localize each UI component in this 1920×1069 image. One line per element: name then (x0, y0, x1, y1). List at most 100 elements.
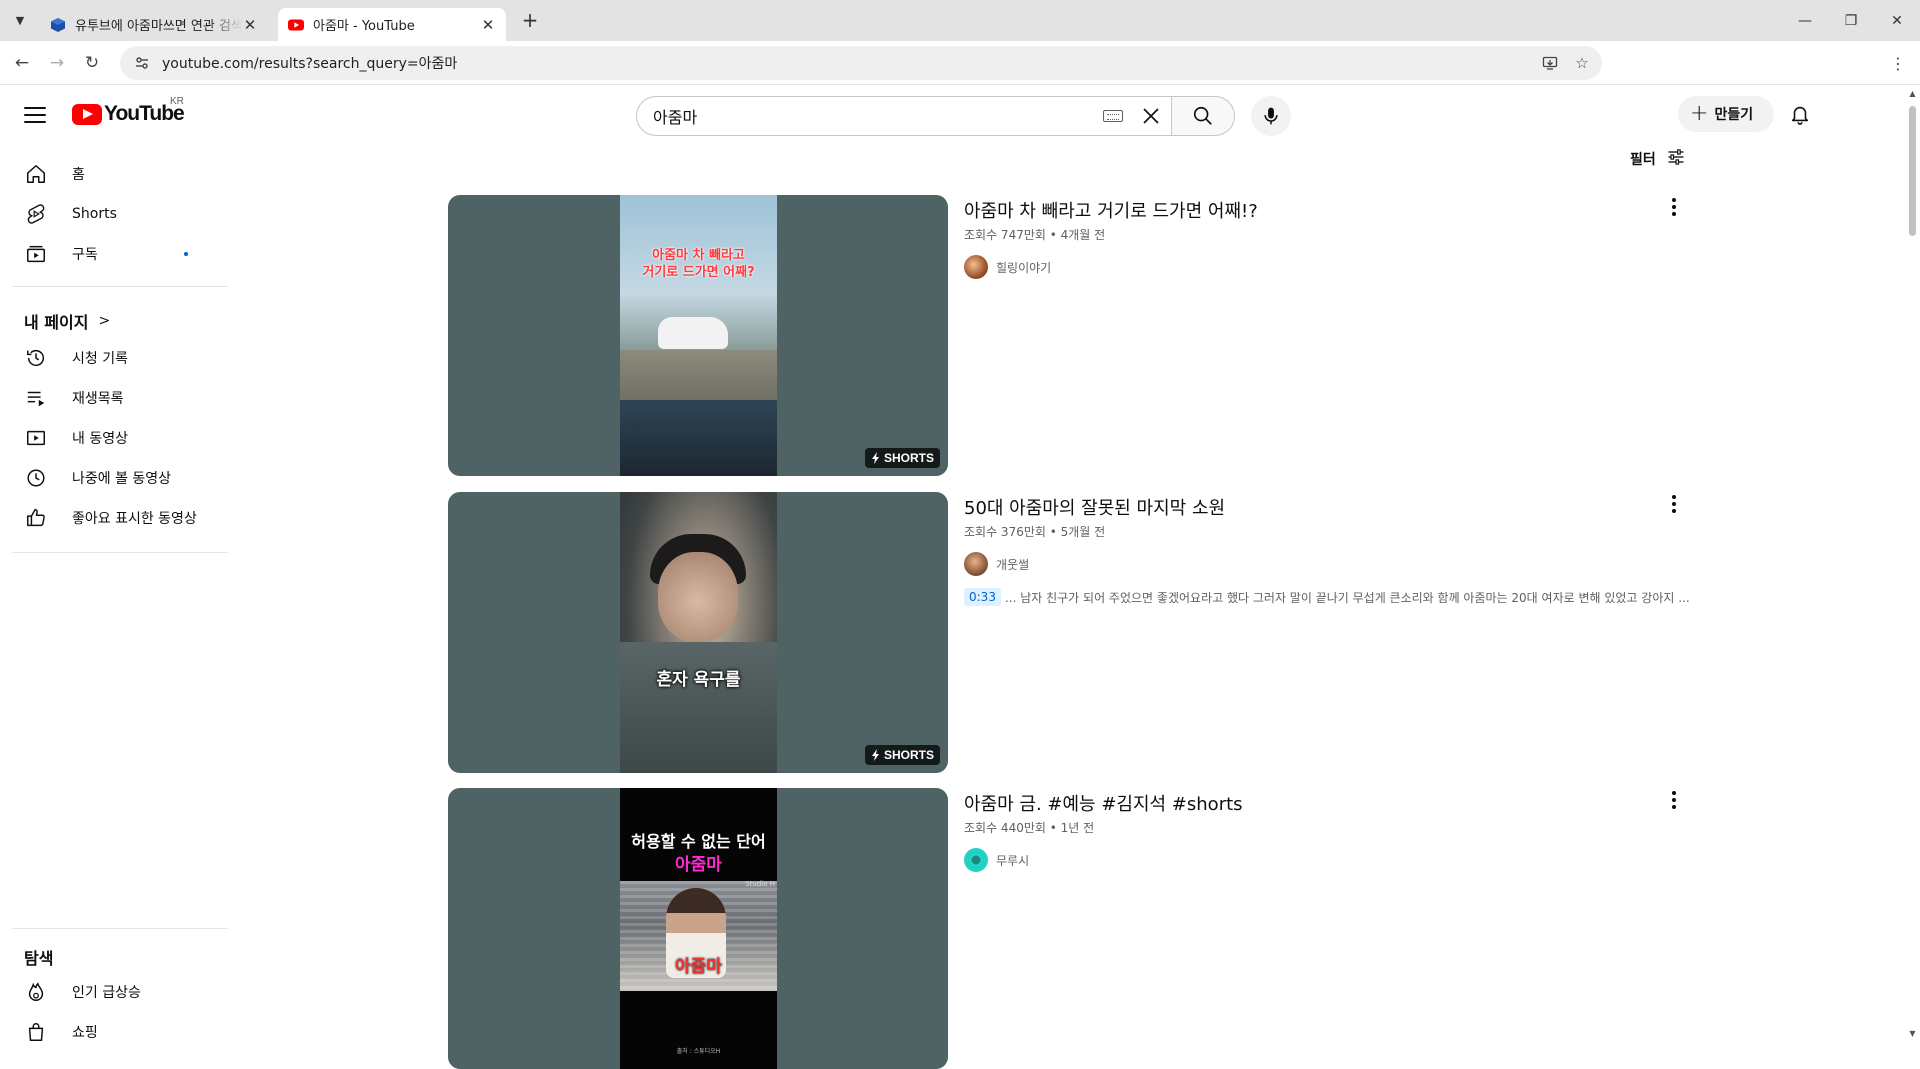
clear-search-icon[interactable] (1133, 98, 1169, 134)
address-bar[interactable]: youtube.com/results?search_query=아줌마 ☆ (120, 46, 1602, 80)
browser-tab-1[interactable]: 유투브에 아줌마쓰면 연관 검색어 ✕ (40, 8, 268, 41)
shorts-badge: SHORTS (864, 745, 940, 765)
scroll-up-arrow-icon[interactable]: ▲ (1908, 89, 1917, 98)
youtube-masthead: YouTube KR 아줌마 + 만들기 (0, 86, 1905, 142)
thumbnail-caption: 아줌마 (675, 855, 722, 875)
channel-link[interactable]: 개웃썰 (964, 552, 1664, 576)
tab-search-chevron-icon[interactable]: ▼ (8, 8, 32, 32)
thumbnail-credit: 출처 : 스튜디오H (676, 1048, 721, 1055)
close-icon[interactable]: ✕ (480, 16, 496, 34)
video-info: 아줌마 차 빼라고 거기로 드가면 어째!? 조회수 747만회 • 4개월 전… (964, 195, 1664, 279)
browser-tab-title: 아줌마 - YouTube (313, 19, 415, 34)
search-input[interactable]: 아줌마 (636, 96, 1171, 136)
shorts-bolt-icon (871, 749, 879, 761)
sidebar-item-label: 내 동영상 (72, 431, 128, 447)
restore-icon[interactable]: ❐ (1828, 0, 1874, 41)
microphone-icon (1264, 107, 1278, 125)
page-scrollbar[interactable]: ▲ ▼ (1905, 86, 1920, 1041)
new-tab-button[interactable]: + (518, 8, 542, 32)
browser-tab-2[interactable]: 아줌마 - YouTube ✕ (278, 8, 506, 41)
youtube-play-icon (72, 103, 102, 125)
video-meta: 조회수 376만회 • 5개월 전 (964, 525, 1106, 539)
shorts-badge: SHORTS (864, 448, 940, 468)
sidebar-item-label: Shorts (72, 206, 117, 222)
search-icon (1193, 106, 1212, 125)
my-videos-icon (24, 426, 48, 450)
channel-link[interactable]: 힐링이야기 (964, 255, 1664, 279)
shorts-icon (24, 202, 48, 226)
bookmark-star-icon[interactable]: ☆ (1570, 51, 1594, 75)
install-app-icon[interactable] (1538, 51, 1562, 75)
menu-icon[interactable] (20, 100, 50, 130)
thumbnail-frame: 아줌마 차 빼라고 거기로 드가면 어째? (620, 195, 777, 476)
thumbnail-face (658, 552, 738, 642)
playlist-icon (24, 386, 48, 410)
browser-menu-icon[interactable]: ⋮ (1886, 51, 1910, 75)
voice-search-button[interactable] (1251, 96, 1291, 136)
site-info-icon[interactable] (132, 53, 152, 73)
sidebar-item-shorts[interactable]: Shorts (12, 194, 218, 234)
video-title[interactable]: 아줌마 차 빼라고 거기로 드가면 어째!? (964, 199, 1664, 225)
video-meta: 조회수 747만회 • 4개월 전 (964, 228, 1106, 242)
channel-name: 무루시 (996, 853, 1030, 868)
scroll-down-arrow-icon[interactable]: ▼ (1908, 1029, 1917, 1038)
video-info: 50대 아줌마의 잘못된 마지막 소원 조회수 376만회 • 5개월 전 개웃… (964, 492, 1690, 606)
video-thumbnail[interactable]: 아줌마 차 빼라고 거기로 드가면 어째? SHORTS (448, 195, 948, 476)
channel-link[interactable]: 무루시 (964, 848, 1664, 872)
video-title[interactable]: 아줌마 금. #예능 #김지석 #shorts (964, 792, 1664, 818)
video-thumbnail[interactable]: 허용할 수 없는 단어 아줌마 Studio H 아줌마 출처 : 스튜디오H (448, 788, 948, 1069)
search-query-text: 아줌마 (653, 108, 698, 127)
sidebar-item-liked-videos[interactable]: 좋아요 표시한 동영상 (12, 498, 218, 538)
notifications-bell-icon[interactable] (1784, 98, 1816, 130)
window-close-icon[interactable]: ✕ (1874, 0, 1920, 41)
sidebar-heading-label: 탐색 (24, 949, 54, 968)
keyboard-icon[interactable] (1103, 110, 1123, 122)
sidebar-item-label: 시청 기록 (72, 351, 128, 367)
search-bar: 아줌마 (636, 96, 1291, 136)
reload-icon[interactable]: ↻ (80, 51, 104, 75)
watch-later-icon (24, 466, 48, 490)
create-button[interactable]: + 만들기 (1678, 96, 1774, 132)
video-title[interactable]: 50대 아줌마의 잘못된 마지막 소원 (964, 496, 1664, 522)
video-info: 아줌마 금. #예능 #김지석 #shorts 조회수 440만회 • 1년 전… (964, 788, 1664, 872)
browser-tabstrip: ▼ 유투브에 아줌마쓰면 연관 검색어 ✕ 아줌마 - YouTube ✕ + … (0, 0, 1920, 41)
sidebar-heading-label: 내 페이지 (24, 313, 89, 332)
sidebar-item-subscriptions[interactable]: 구독 (12, 234, 218, 274)
sidebar-item-trending[interactable]: 인기 급상승 (12, 972, 218, 1012)
cube-icon (51, 17, 65, 32)
search-button[interactable] (1171, 96, 1235, 136)
sidebar-item-playlists[interactable]: 재생목록 (12, 378, 218, 418)
video-thumbnail[interactable]: 혼자 욕구를 SHORTS (448, 492, 948, 773)
video-meta: 조회수 440만회 • 1년 전 (964, 821, 1095, 835)
avatar (964, 255, 988, 279)
forward-icon[interactable]: → (45, 51, 69, 75)
scrollbar-thumb[interactable] (1909, 106, 1916, 236)
close-icon[interactable]: ✕ (242, 16, 258, 34)
tune-icon (1666, 147, 1686, 171)
thumbnail-caption: 혼자 욕구를 (656, 670, 741, 690)
minimize-icon[interactable]: — (1782, 0, 1828, 41)
sidebar-item-label: 재생목록 (72, 391, 124, 407)
youtube-logo[interactable]: YouTube KR (72, 96, 185, 126)
sidebar-you-heading[interactable]: 내 페이지 > (24, 310, 110, 332)
more-actions-icon[interactable] (1662, 195, 1686, 219)
more-actions-icon[interactable] (1662, 492, 1686, 516)
avatar (964, 552, 988, 576)
sidebar-divider (12, 552, 228, 553)
sidebar-item-my-videos[interactable]: 내 동영상 (12, 418, 218, 458)
sidebar-item-history[interactable]: 시청 기록 (12, 338, 218, 378)
shopping-icon (24, 1020, 48, 1044)
sidebar-item-shopping[interactable]: 쇼핑 (12, 1012, 218, 1052)
channel-name: 개웃썰 (996, 557, 1030, 572)
snippet-timestamp[interactable]: 0:33 (964, 588, 1001, 606)
history-icon (24, 346, 48, 370)
thumbnail-frame: 허용할 수 없는 단어 아줌마 Studio H 아줌마 출처 : 스튜디오H (620, 788, 777, 1069)
back-icon[interactable]: ← (10, 51, 34, 75)
sidebar-item-watch-later[interactable]: 나중에 볼 동영상 (12, 458, 218, 498)
plus-icon: + (1690, 101, 1709, 126)
filter-button[interactable]: 필터 (1630, 148, 1686, 170)
more-actions-icon[interactable] (1662, 788, 1686, 812)
sidebar-item-label: 구독 (72, 247, 98, 263)
sidebar-item-home[interactable]: 홈 (12, 154, 218, 194)
thumbnail-car (658, 317, 728, 349)
